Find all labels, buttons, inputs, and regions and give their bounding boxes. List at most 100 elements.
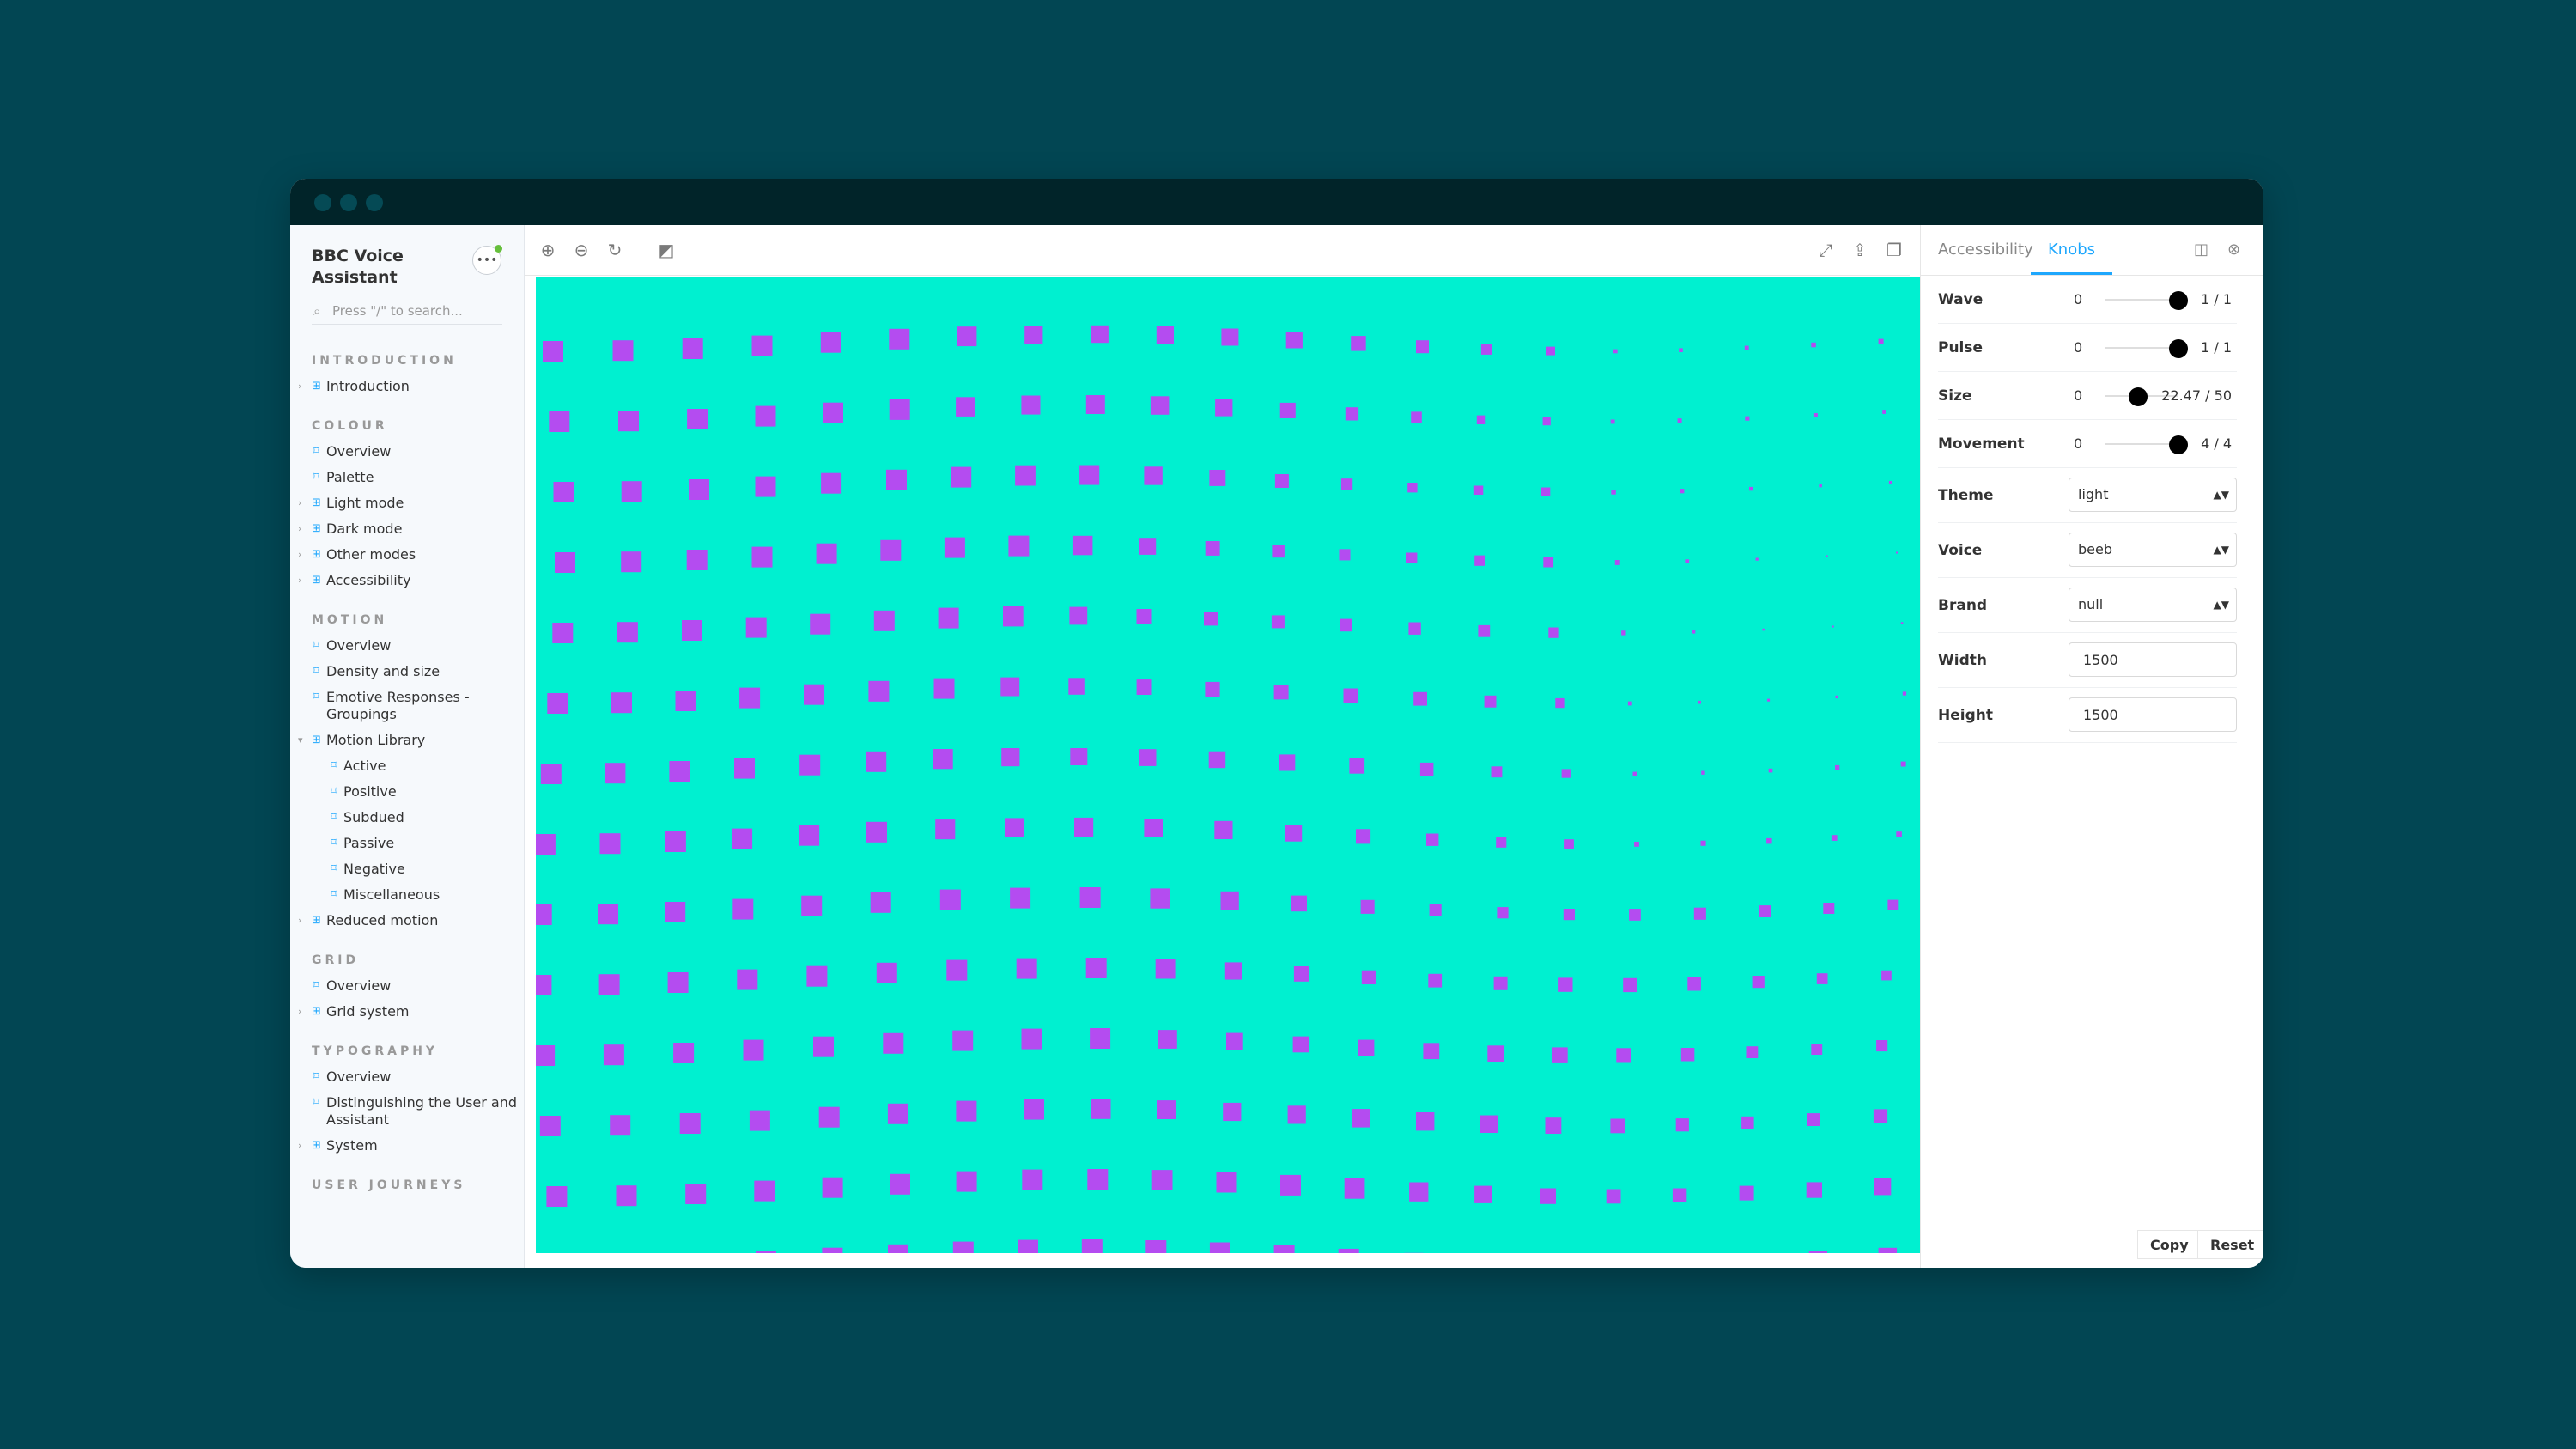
motion-dot bbox=[1752, 976, 1765, 989]
motion-dot bbox=[756, 1251, 776, 1253]
motion-dot bbox=[1496, 837, 1507, 848]
motion-dot bbox=[1406, 552, 1418, 563]
motion-dot bbox=[1150, 888, 1170, 909]
motion-dot bbox=[1224, 962, 1242, 980]
search-input[interactable] bbox=[332, 301, 501, 321]
sidebar-item[interactable]: ⌑ Passive bbox=[290, 831, 524, 856]
sidebar-item[interactable]: › ⊞ Grid system bbox=[290, 999, 524, 1025]
sidebar-item[interactable]: ⌑ Emotive Responses - Groupings bbox=[290, 685, 524, 728]
zoom-out-icon[interactable]: ⊖ bbox=[570, 239, 592, 261]
motion-dot bbox=[547, 693, 568, 714]
tab-knobs[interactable]: Knobs bbox=[2031, 225, 2113, 275]
motion-dot bbox=[687, 409, 708, 429]
sidebar-item[interactable]: ⌑ Subdued bbox=[290, 805, 524, 831]
motion-dot bbox=[889, 328, 910, 350]
preview-canvas[interactable] bbox=[536, 277, 1920, 1253]
copy-button[interactable]: Copy bbox=[2137, 1230, 2202, 1259]
motion-dot bbox=[952, 1241, 974, 1253]
motion-dot bbox=[1881, 970, 1892, 981]
bookmark-icon: ⌑ bbox=[313, 1070, 319, 1083]
motion-dot bbox=[1831, 835, 1838, 841]
theme-select[interactable]: light ▲▼ bbox=[2069, 478, 2237, 512]
background-icon[interactable]: ◩ bbox=[655, 239, 677, 261]
fullscreen-icon[interactable]: ⤢ bbox=[1814, 239, 1837, 261]
range-thumb[interactable] bbox=[2129, 387, 2148, 406]
range-thumb[interactable] bbox=[2169, 291, 2188, 310]
motion-dot bbox=[665, 831, 686, 852]
select-arrows-icon: ▲▼ bbox=[2213, 544, 2229, 556]
motion-dot bbox=[821, 472, 842, 494]
height-input[interactable] bbox=[2069, 697, 2237, 732]
share-icon[interactable]: ⇪ bbox=[1849, 239, 1871, 261]
sidebar-item[interactable]: ⌑ Distinguishing the User and Assistant bbox=[290, 1090, 524, 1133]
sidebar-item[interactable]: › ⊞ Dark mode bbox=[290, 516, 524, 542]
sidebar-item[interactable]: › ⊞ System bbox=[290, 1133, 524, 1159]
sidebar-item[interactable]: › ⊞ Light mode bbox=[290, 490, 524, 516]
range-track[interactable] bbox=[2105, 299, 2178, 301]
sidebar-item[interactable]: › ⊞ Introduction bbox=[290, 374, 524, 399]
window-maximize-dot[interactable] bbox=[366, 194, 383, 211]
sidebar-item[interactable]: ⌑ Active bbox=[290, 753, 524, 779]
motion-dot bbox=[956, 1171, 977, 1192]
motion-dot bbox=[1807, 1113, 1820, 1126]
motion-dot bbox=[1139, 538, 1157, 555]
knob-voice: Voice beeb ▲▼ bbox=[1938, 523, 2237, 578]
motion-dot bbox=[1157, 1100, 1176, 1119]
sidebar-item[interactable]: ▾ ⊞ Motion Library bbox=[290, 728, 524, 753]
brand-title[interactable]: BBC Voice Assistant bbox=[312, 246, 449, 289]
sidebar-item[interactable]: ⌑ Miscellaneous bbox=[290, 882, 524, 908]
sidebar-item[interactable]: › ⊞ Reduced motion bbox=[290, 908, 524, 934]
motion-dot bbox=[598, 904, 618, 925]
motion-dot bbox=[1022, 1169, 1043, 1190]
window-minimize-dot[interactable] bbox=[340, 194, 357, 211]
sidebar-item[interactable]: ⌑ Negative bbox=[290, 856, 524, 882]
range-thumb[interactable] bbox=[2169, 435, 2188, 454]
motion-dot bbox=[1835, 764, 1840, 770]
sidebar-item[interactable]: ⌑ Overview bbox=[290, 633, 524, 659]
brand-select[interactable]: null ▲▼ bbox=[2069, 588, 2237, 622]
zoom-in-icon[interactable]: ⊕ bbox=[537, 239, 559, 261]
reset-zoom-icon[interactable]: ↻ bbox=[604, 239, 626, 261]
sidebar-item-label: Other modes bbox=[326, 546, 416, 563]
motion-dot bbox=[1493, 976, 1508, 990]
copy-link-icon[interactable]: ❐ bbox=[1883, 239, 1905, 261]
sidebar-item[interactable]: ⌑ Palette bbox=[290, 465, 524, 490]
knob-label: Brand bbox=[1938, 597, 1988, 614]
voice-select[interactable]: beeb ▲▼ bbox=[2069, 533, 2237, 567]
motion-dot bbox=[1419, 762, 1434, 776]
width-input[interactable] bbox=[2069, 642, 2237, 677]
component-icon: ⊞ bbox=[312, 914, 321, 927]
search-box: ⌕ bbox=[312, 299, 502, 325]
motion-dot bbox=[946, 959, 968, 981]
window-close-dot[interactable] bbox=[314, 194, 331, 211]
sidebar-item[interactable]: ⌑ Overview bbox=[290, 1064, 524, 1090]
bookmark-icon: ⌑ bbox=[331, 862, 337, 875]
range-track[interactable] bbox=[2105, 443, 2178, 445]
motion-dot bbox=[1767, 698, 1771, 702]
knob-label: Width bbox=[1938, 652, 1987, 669]
sidebar-item[interactable]: ⌑ Overview bbox=[290, 973, 524, 999]
motion-dot bbox=[1226, 1032, 1243, 1050]
motion-dot bbox=[1755, 557, 1759, 561]
range-thumb[interactable] bbox=[2169, 339, 2188, 358]
sidebar-item[interactable]: ⌑ Density and size bbox=[290, 659, 524, 685]
sidebar-item[interactable]: ⌑ Overview bbox=[290, 439, 524, 465]
motion-dot bbox=[1090, 1028, 1111, 1049]
sidebar-item-label: Overview bbox=[326, 443, 392, 460]
sidebar-item-label: Overview bbox=[326, 977, 392, 994]
knob-label: Height bbox=[1938, 707, 1993, 724]
sidebar-item[interactable]: ⌑ Positive bbox=[290, 779, 524, 805]
close-icon[interactable]: ⊗ bbox=[2227, 240, 2240, 259]
more-options-button[interactable]: ••• bbox=[472, 245, 502, 275]
range-track[interactable] bbox=[2105, 347, 2178, 349]
sidebar-item[interactable]: › ⊞ Accessibility bbox=[290, 568, 524, 594]
motion-dot bbox=[540, 764, 562, 784]
range-value: 4 / 4 bbox=[2201, 435, 2232, 452]
motion-dot bbox=[1287, 1105, 1306, 1124]
sidebar-item[interactable]: › ⊞ Other modes bbox=[290, 542, 524, 568]
chevron-right-icon: › bbox=[298, 575, 302, 586]
reset-button[interactable]: Reset bbox=[2197, 1230, 2263, 1259]
motion-dot bbox=[1552, 1047, 1568, 1063]
panel-orientation-icon[interactable]: ◫ bbox=[2194, 240, 2208, 259]
component-icon: ⊞ bbox=[312, 522, 321, 535]
